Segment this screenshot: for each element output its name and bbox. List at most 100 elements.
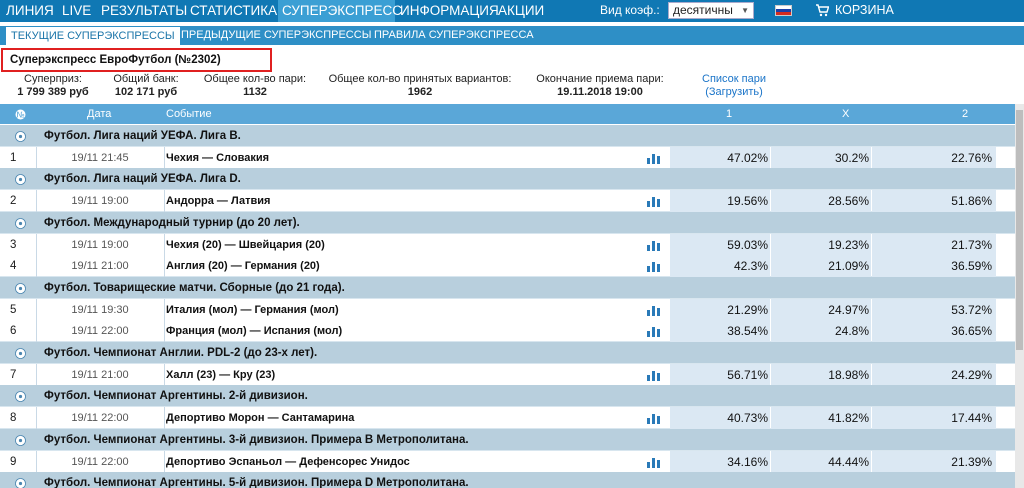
coef-select[interactable]: десятичны ▼ xyxy=(668,2,754,19)
sub-nav: ТЕКУЩИЕ СУПЕРЭКСПРЕССЫ ПРЕДЫДУЩИЕ СУПЕРЭ… xyxy=(0,26,1024,45)
pct-win1: 21.29% xyxy=(670,298,770,321)
title-highlight: Суперэкспресс ЕвроФутбол (№2302) xyxy=(1,48,272,72)
nav-live[interactable]: LIVE xyxy=(62,0,91,22)
stat-end-label: Окончание приема пари: xyxy=(536,73,664,85)
match-date: 19/11 19:00 xyxy=(71,195,129,208)
pct-win2: 17.44% xyxy=(872,407,996,430)
stat-bets-value: 1132 xyxy=(243,86,267,98)
match-number: 1 xyxy=(10,151,17,164)
cart-icon[interactable] xyxy=(815,3,829,17)
number-icon: № xyxy=(15,109,26,120)
match-event: Халл (23) — Кру (23) xyxy=(166,368,276,381)
football-icon xyxy=(15,478,26,488)
football-icon xyxy=(15,348,26,359)
header-win2[interactable]: 2 xyxy=(962,104,968,124)
page-title: Суперэкспресс ЕвроФутбол (№2302) xyxy=(10,54,221,66)
pct-draw: 18.98% xyxy=(771,363,871,386)
match-row: 7 19/11 21:00 Халл (23) — Кру (23) 56.71% 18… xyxy=(0,363,1020,386)
pct-win2: 53.72% xyxy=(872,298,996,321)
pct-win1: 47.02% xyxy=(670,146,770,169)
bar-chart-icon[interactable] xyxy=(646,413,661,425)
league-row: Футбол. Лига наций УЕФА. Лига D. xyxy=(0,168,1020,191)
league-name: Футбол. Чемпионат Аргентины. 2-й дивизио… xyxy=(44,390,308,403)
pct-draw: 24.97% xyxy=(771,298,871,321)
match-number: 4 xyxy=(10,260,17,273)
stat-end-value: 19.11.2018 19:00 xyxy=(557,86,643,98)
pct-draw: 41.82% xyxy=(771,407,871,430)
football-icon xyxy=(15,217,26,229)
stat-prize-value: 1 799 389 руб xyxy=(17,86,89,98)
pct-draw: 21.09% xyxy=(771,255,871,278)
league-row: Футбол. Товарищеские матчи. Сборные (до … xyxy=(0,276,1020,299)
tab-current[interactable]: ТЕКУЩИЕ СУПЕРЭКСПРЕССЫ xyxy=(6,26,180,45)
bar-chart-icon[interactable] xyxy=(646,457,661,468)
pct-win2: 21.73% xyxy=(872,233,996,256)
nav-promos[interactable]: АКЦИИ xyxy=(498,0,544,22)
match-event: Депортиво Эспаньол — Дефенсорес Унидос xyxy=(166,455,410,468)
bets-list-label[interactable]: Список пари xyxy=(693,73,775,86)
league-name: Футбол. Чемпионат Англии. PDL-2 (до 23-х… xyxy=(44,347,318,359)
header-event: Событие xyxy=(166,108,212,120)
russia-flag-icon[interactable] xyxy=(775,5,792,16)
bar-chart-icon[interactable] xyxy=(646,305,661,316)
football-icon xyxy=(15,174,26,186)
pct-win1: 59.03% xyxy=(670,233,770,256)
football-icon xyxy=(15,391,26,403)
pct-win2: 24.29% xyxy=(872,363,996,386)
stat-variants-value: 1962 xyxy=(407,86,433,98)
match-number: 9 xyxy=(10,455,17,468)
match-event: Чехия (20) — Швейцария (20) xyxy=(166,238,325,251)
bar-chart-icon[interactable] xyxy=(646,261,661,273)
match-event: Андорра — Латвия xyxy=(166,195,271,208)
league-row: Футбол. Международный турнир (до 20 лет)… xyxy=(0,211,1020,234)
bar-chart-icon[interactable] xyxy=(646,326,661,338)
chevron-down-icon: ▼ xyxy=(741,6,749,15)
pct-draw: 44.44% xyxy=(771,450,871,473)
league-name: Футбол. Товарищеские матчи. Сборные (до … xyxy=(44,281,345,294)
match-number: 8 xyxy=(10,412,17,425)
match-date: 19/11 21:00 xyxy=(71,260,129,273)
scrollbar-thumb[interactable] xyxy=(1016,110,1023,350)
load-link[interactable]: (Загрузить) xyxy=(693,86,775,99)
header-date: Дата xyxy=(87,108,112,120)
stat-prize: Суперприз: 1 799 389 руб xyxy=(8,73,98,99)
league-name: Футбол. Международный турнир (до 20 лет)… xyxy=(44,216,300,229)
coef-value: десятичны xyxy=(673,3,733,17)
nav-line[interactable]: ЛИНИЯ xyxy=(6,0,54,22)
match-row: 8 19/11 22:00 Депортиво Морон — Сантамарин… xyxy=(0,407,1020,430)
header-win1[interactable]: 1 xyxy=(726,104,732,124)
nav-results[interactable]: РЕЗУЛЬТАТЫ xyxy=(101,0,187,22)
league-name: Футбол. Лига наций УЕФА. Лига D. xyxy=(44,173,241,186)
pct-win1: 42.3% xyxy=(670,255,770,278)
bets-list-link[interactable]: Список пари (Загрузить) xyxy=(693,73,775,99)
match-date: 19/11 22:00 xyxy=(71,325,129,338)
match-row: 4 19/11 21:00 Англия (20) — Германия (20) 4… xyxy=(0,255,1020,278)
stat-bets: Общее кол-во пари: 1132 xyxy=(196,73,314,99)
match-number: 5 xyxy=(10,303,17,316)
nav-superexpress[interactable]: СУПЕРЭКСПРЕСС xyxy=(278,0,402,22)
svg-text:№: № xyxy=(16,111,25,120)
pct-draw: 30.2% xyxy=(771,146,871,169)
header-draw[interactable]: X xyxy=(842,104,849,124)
pct-win2: 51.86% xyxy=(872,190,996,213)
cart-label[interactable]: КОРЗИНА xyxy=(835,0,894,21)
top-nav: ЛИНИЯ LIVE РЕЗУЛЬТАТЫ СТАТИСТИКА СУПЕРЭК… xyxy=(0,0,1024,22)
nav-statistics[interactable]: СТАТИСТИКА xyxy=(190,0,277,22)
match-date: 19/11 22:00 xyxy=(71,455,129,468)
bar-chart-icon[interactable] xyxy=(646,240,661,251)
league-name: Футбол. Чемпионат Аргентины. 3-й дивизио… xyxy=(44,433,469,446)
stat-end: Окончание приема пари: 19.11.2018 19:00 xyxy=(526,73,674,99)
bar-chart-icon[interactable] xyxy=(646,370,661,381)
tab-rules[interactable]: ПРАВИЛА СУПЕРЭКСПРЕССА xyxy=(374,26,534,45)
match-row: 2 19/11 19:00 Андорра — Латвия 19.56% 28.56%… xyxy=(0,190,1020,213)
match-number: 7 xyxy=(10,368,17,381)
pct-win1: 56.71% xyxy=(670,363,770,386)
match-number: 3 xyxy=(10,238,17,251)
tab-previous[interactable]: ПРЕДЫДУЩИЕ СУПЕРЭКСПРЕССЫ xyxy=(181,26,371,45)
bar-chart-icon[interactable] xyxy=(646,153,661,164)
match-event: Италия (мол) — Германия (мол) xyxy=(166,303,339,316)
bar-chart-icon[interactable] xyxy=(646,196,661,208)
stat-bank-label: Общий банк: xyxy=(113,73,179,85)
nav-info[interactable]: ИНФОРМАЦИЯ xyxy=(400,0,499,22)
match-row: 5 19/11 19:30 Италия (мол) — Германия (мол… xyxy=(0,298,1020,321)
